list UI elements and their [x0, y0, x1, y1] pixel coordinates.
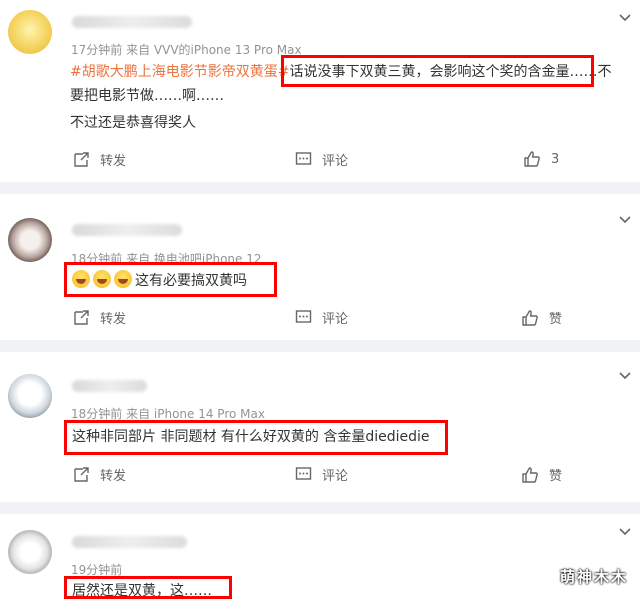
comment-button[interactable]: 评论	[295, 465, 348, 484]
comment-icon	[295, 310, 312, 323]
highlight-box	[64, 262, 277, 297]
repost-icon	[74, 309, 89, 325]
comment-icon	[295, 467, 312, 480]
comment-card: 17分钟前 来自 VVV的iPhone 13 Pro Max #胡歌大鹏上海电影…	[0, 0, 640, 182]
chevron-down-icon[interactable]	[618, 368, 632, 382]
chevron-down-icon[interactable]	[618, 10, 632, 24]
chevron-down-icon[interactable]	[618, 524, 632, 538]
like-count: 3	[551, 151, 560, 167]
comment-text-line2: 要把电影节做……啊……	[70, 88, 224, 104]
comment-label: 评论	[322, 312, 349, 327]
username[interactable]	[72, 224, 182, 236]
repost-icon	[74, 466, 89, 482]
comment-text-line3: 不过还是恭喜得奖人	[70, 115, 196, 131]
comment-label: 评论	[322, 469, 349, 484]
repost-label: 转发	[100, 469, 127, 484]
comment-button[interactable]: 评论	[295, 150, 348, 169]
comment-icon	[295, 152, 312, 165]
like-button[interactable]: 赞	[521, 308, 562, 327]
thumbs-up-icon	[522, 466, 538, 483]
avatar[interactable]	[8, 10, 52, 54]
repost-icon	[74, 151, 89, 167]
comment-label: 评论	[322, 154, 349, 169]
avatar[interactable]	[8, 218, 52, 262]
repost-button[interactable]: 转发	[72, 465, 126, 484]
repost-button[interactable]: 转发	[72, 150, 126, 169]
chevron-down-icon[interactable]	[618, 212, 632, 226]
thumbs-up-icon	[524, 151, 540, 167]
comment-button[interactable]: 评论	[295, 308, 348, 327]
like-label: 赞	[549, 312, 563, 327]
repost-label: 转发	[100, 312, 127, 327]
comment-card: 18分钟前 来自 换电池吧iPhone 12 这有必要搞双黄吗 转发 评论 赞	[0, 194, 640, 340]
thumbs-up-icon	[522, 309, 538, 326]
avatar[interactable]	[8, 530, 52, 574]
separator	[0, 340, 640, 352]
username[interactable]	[72, 536, 187, 548]
highlight-box	[281, 55, 594, 87]
highlight-box	[64, 420, 448, 455]
repost-button[interactable]: 转发	[72, 308, 126, 327]
avatar[interactable]	[8, 374, 52, 418]
highlight-box	[64, 576, 232, 599]
username[interactable]	[72, 16, 192, 28]
username[interactable]	[72, 380, 147, 392]
separator	[0, 182, 640, 194]
comment-card: 18分钟前 来自 iPhone 14 Pro Max 这种非同部片 非同题材 有…	[0, 352, 640, 502]
comment-meta: 17分钟前 来自 VVV的iPhone 13 Pro Max	[71, 43, 302, 57]
like-button[interactable]: 3	[523, 150, 559, 168]
topic-tag[interactable]: #胡歌大鹏上海电影节影帝双黄蛋#	[70, 64, 289, 80]
watermark: 萌神木木	[559, 568, 628, 586]
repost-label: 转发	[100, 154, 127, 169]
like-button[interactable]: 赞	[521, 465, 562, 484]
comment-card: 19分钟前 居然还是双黄，这……	[0, 514, 640, 599]
separator	[0, 502, 640, 514]
like-label: 赞	[549, 469, 563, 484]
